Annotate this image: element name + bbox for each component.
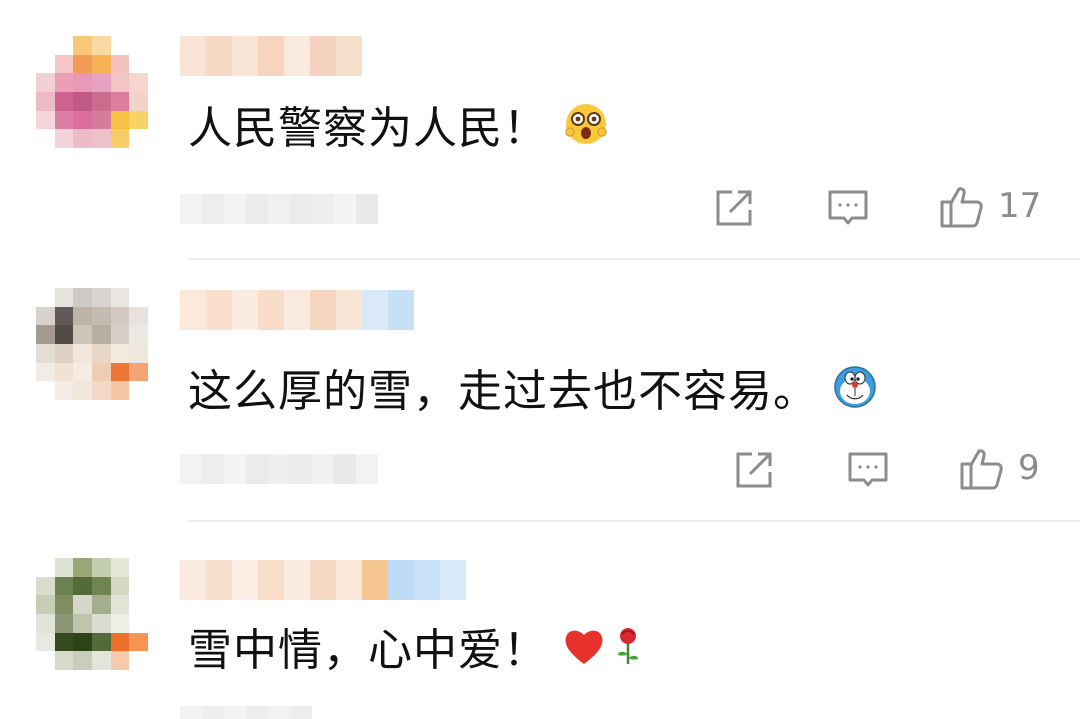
divider xyxy=(188,520,1080,522)
reply-button[interactable] xyxy=(826,186,870,230)
comment-item: 这么厚的雪，走过去也不容易。 9 xyxy=(0,262,1080,520)
doraemon-emoji xyxy=(832,364,878,424)
timestamp-blurred xyxy=(180,706,312,719)
heart-and-rose-emoji xyxy=(562,622,652,684)
comment-item: 雪中情，心中爱！ xyxy=(0,524,1080,719)
timestamp-blurred xyxy=(180,454,378,484)
avatar[interactable] xyxy=(36,36,148,148)
timestamp-blurred xyxy=(180,194,378,224)
username-blurred[interactable] xyxy=(180,560,466,600)
reply-icon xyxy=(848,452,888,487)
avatar[interactable] xyxy=(36,288,148,400)
repost-button[interactable] xyxy=(732,448,776,492)
thumbs-up-icon xyxy=(940,187,983,228)
shocked-face-emoji xyxy=(562,100,610,162)
repost-icon xyxy=(736,452,772,488)
repost-button[interactable] xyxy=(712,186,756,230)
comment-text: 雪中情，心中爱！ xyxy=(188,622,652,684)
like-count: 9 xyxy=(1018,448,1040,488)
username-blurred[interactable] xyxy=(180,290,414,330)
divider xyxy=(188,258,1080,260)
comment-text: 这么厚的雪，走过去也不容易。 xyxy=(188,364,878,424)
like-count: 17 xyxy=(998,186,1042,226)
repost-icon xyxy=(716,190,752,226)
comment-item: 人民警察为人民！ 17 xyxy=(0,0,1080,258)
reply-button[interactable] xyxy=(846,448,890,492)
reply-icon xyxy=(828,190,868,225)
username-blurred[interactable] xyxy=(180,36,362,76)
thumbs-up-icon xyxy=(960,449,1003,490)
comment-text: 人民警察为人民！ xyxy=(188,100,610,162)
avatar[interactable] xyxy=(36,558,148,670)
like-button[interactable]: 9 xyxy=(958,444,1040,492)
like-button[interactable]: 17 xyxy=(938,182,1041,230)
